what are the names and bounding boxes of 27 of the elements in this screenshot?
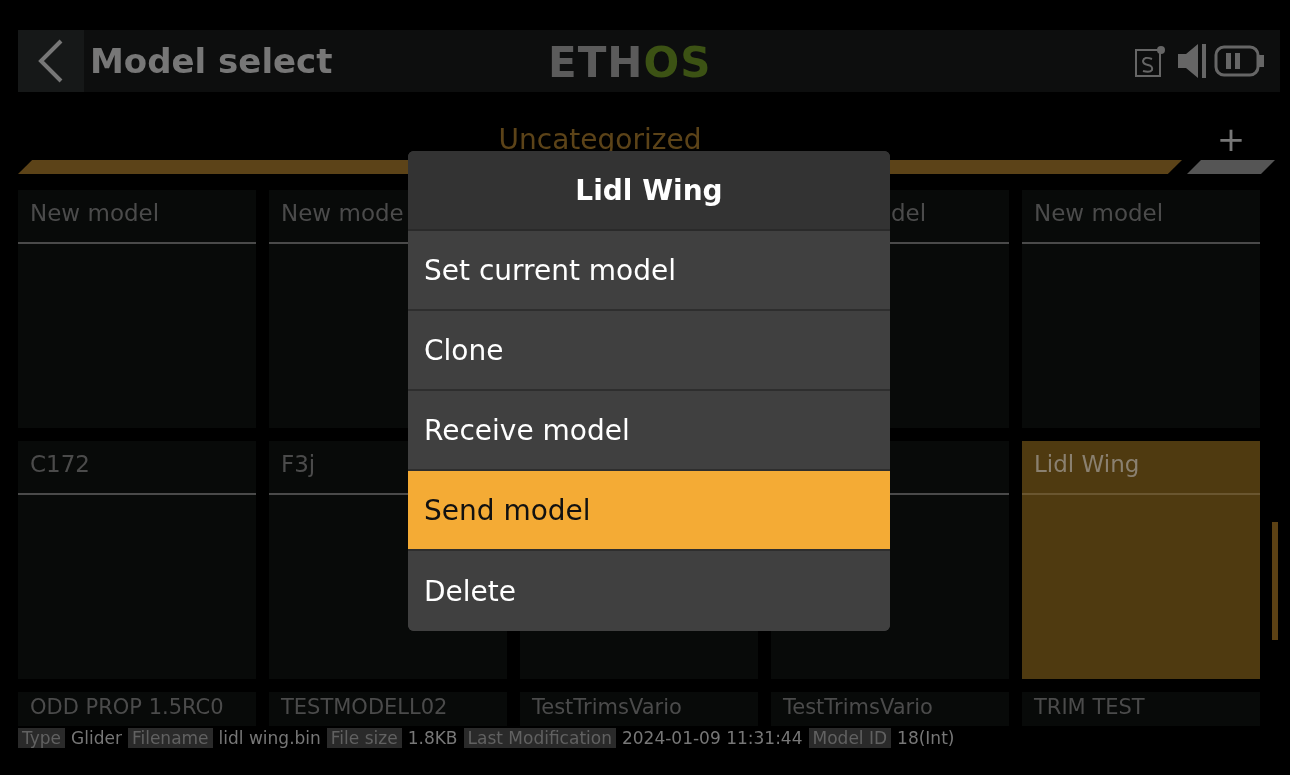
model-card[interactable]: Lidl Wing (1022, 441, 1260, 679)
battery-icon (1214, 44, 1266, 78)
model-card[interactable]: C172 (18, 441, 256, 679)
model-card[interactable]: TestTrimsVario (520, 692, 758, 726)
speaker-icon (1176, 42, 1208, 80)
field-value: Glider (71, 728, 122, 748)
model-card[interactable]: TRIM TEST (1022, 692, 1260, 726)
add-category-button[interactable]: + (1216, 122, 1246, 156)
screen-title: Model select (90, 41, 333, 81)
back-button[interactable] (18, 30, 84, 92)
model-name: New model (18, 190, 256, 244)
model-card[interactable]: TESTMODELL02 (269, 692, 507, 726)
chevron-left-icon (37, 39, 65, 83)
model-name: New model (1022, 190, 1260, 244)
field-value: 2024-01-09 11:31:44 (621, 728, 803, 748)
model-card[interactable]: TestTrimsVario (771, 692, 1009, 726)
menu-item[interactable]: Send model (408, 471, 890, 551)
menu-title: Lidl Wing (408, 151, 890, 231)
model-card[interactable]: ODD PROP 1.5RC0 (18, 692, 256, 726)
model-card[interactable]: New model (18, 190, 256, 428)
logo: ETHOS (548, 38, 712, 87)
field-value: 1.8KB (407, 728, 458, 748)
model-name: C172 (18, 441, 256, 495)
model-name: Lidl Wing (1022, 441, 1260, 495)
field-value: 18(Int) (897, 728, 955, 748)
field-value: lidl wing.bin (218, 728, 321, 748)
model-card[interactable]: New model (1022, 190, 1260, 428)
